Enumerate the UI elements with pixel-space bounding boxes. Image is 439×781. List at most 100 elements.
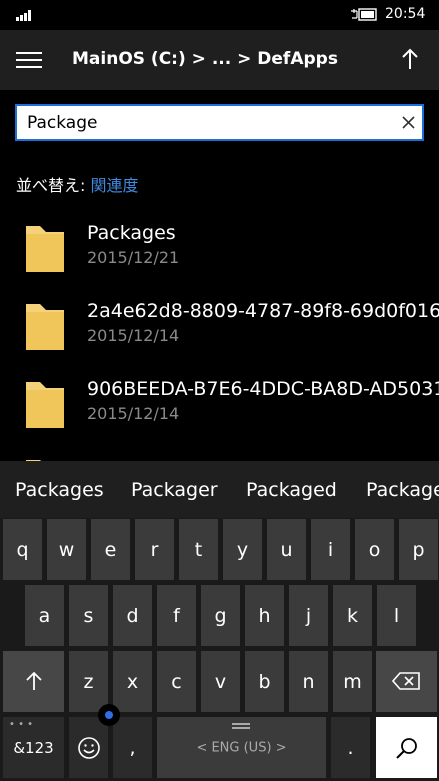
backspace-key[interactable] [376, 651, 437, 712]
key-y[interactable]: y [223, 519, 262, 580]
search-icon [396, 738, 417, 759]
search-key[interactable] [376, 717, 437, 778]
suggestion-item[interactable]: Packages [366, 479, 439, 501]
suggestion-bar: Packages Packager Packaged Packages [0, 461, 439, 518]
more-dots: • • • [9, 719, 34, 730]
sort-control[interactable]: 並べ替え: 関連度 [16, 172, 139, 196]
backspace-icon [392, 672, 420, 690]
key-label: t [194, 538, 203, 561]
key-t[interactable]: t [179, 519, 218, 580]
key-label: b [258, 670, 271, 693]
key-r[interactable]: r [135, 519, 174, 580]
key-i[interactable]: i [311, 519, 350, 580]
status-bar: 20:54 [0, 0, 439, 30]
key-label: s [83, 604, 94, 627]
key-b[interactable]: b [245, 651, 284, 712]
key-label: l [393, 604, 400, 627]
key-label: h [258, 604, 271, 627]
drag-handle [232, 723, 250, 725]
key-l[interactable]: l [377, 585, 416, 646]
sort-value[interactable]: 関連度 [91, 176, 139, 195]
emoji-icon [78, 737, 100, 759]
key-s[interactable]: s [69, 585, 108, 646]
key-label: y [236, 538, 249, 561]
suggestion-item[interactable]: Packaged [246, 479, 337, 501]
key-m[interactable]: m [333, 651, 372, 712]
key-label: j [305, 604, 312, 627]
key-k[interactable]: k [333, 585, 372, 646]
key-label: d [126, 604, 139, 627]
suggestion-item[interactable]: Packages [15, 479, 104, 501]
file-name: 2a4e62d8-8809-4787-89f8-69d0f0165 [87, 300, 439, 322]
key-n[interactable]: n [289, 651, 328, 712]
sort-label: 並べ替え: [16, 176, 86, 195]
shift-arrow-icon [26, 671, 42, 690]
file-date: 2015/12/14 [87, 404, 180, 423]
shift-key[interactable] [3, 651, 64, 712]
clear-search-icon[interactable] [401, 115, 416, 130]
key-label: w [58, 538, 75, 561]
symbols-key-label: &123 [13, 738, 54, 757]
file-date: 2015/12/14 [87, 326, 180, 345]
space-key[interactable]: < ENG (US) > [157, 717, 326, 778]
folder-icon [26, 226, 64, 272]
key-v[interactable]: v [201, 651, 240, 712]
key-w[interactable]: w [47, 519, 86, 580]
key-label: m [343, 670, 362, 693]
file-item[interactable]: 2a4e62d8-8809-4787-89f8-69d0f0165 2015/1… [0, 300, 439, 372]
file-item[interactable]: Packages 2015/12/21 [0, 222, 439, 294]
key-p[interactable]: p [399, 519, 438, 580]
hamburger-menu-icon[interactable] [16, 52, 42, 68]
key-label: r [150, 538, 159, 561]
key-d[interactable]: d [113, 585, 152, 646]
search-input[interactable] [27, 106, 387, 139]
folder-icon [26, 382, 64, 428]
key-c[interactable]: c [157, 651, 196, 712]
space-key-label: < ENG (US) > [196, 740, 287, 755]
comma-key-label: , [129, 736, 136, 759]
signal-icon [16, 8, 34, 21]
symbols-key[interactable]: • • • &123 [3, 717, 64, 778]
key-label: a [38, 604, 51, 627]
suggestion-item[interactable]: Packager [131, 479, 218, 501]
key-u[interactable]: u [267, 519, 306, 580]
up-folder-icon[interactable] [400, 48, 420, 70]
key-label: n [302, 670, 315, 693]
key-q[interactable]: q [3, 519, 42, 580]
key-h[interactable]: h [245, 585, 284, 646]
period-key-label: . [347, 736, 354, 759]
key-label: o [368, 538, 381, 561]
key-label: p [412, 538, 425, 561]
key-label: z [83, 670, 94, 693]
key-z[interactable]: z [69, 651, 108, 712]
search-box[interactable] [15, 104, 424, 141]
key-label: i [327, 538, 334, 561]
breadcrumb[interactable]: MainOS (C:) > ... > DefApps [72, 49, 338, 69]
folder-icon [26, 304, 64, 350]
drag-handle [232, 727, 250, 729]
key-label: x [126, 670, 139, 693]
file-date: 2015/12/21 [87, 248, 180, 267]
file-item[interactable]: 906BEEDA-B7E6-4DDC-BA8D-AD5031 2015/12/1… [0, 378, 439, 450]
key-o[interactable]: o [355, 519, 394, 580]
key-e[interactable]: e [91, 519, 130, 580]
period-key[interactable]: . [331, 717, 370, 778]
key-label: q [16, 538, 29, 561]
emoji-key[interactable] [69, 717, 108, 778]
key-label: v [214, 670, 227, 693]
key-g[interactable]: g [201, 585, 240, 646]
key-f[interactable]: f [157, 585, 196, 646]
key-label: k [346, 604, 358, 627]
comma-key[interactable]: , [113, 717, 152, 778]
battery-charging-icon [351, 8, 377, 21]
key-j[interactable]: j [289, 585, 328, 646]
app-header: MainOS (C:) > ... > DefApps [0, 30, 439, 90]
key-x[interactable]: x [113, 651, 152, 712]
key-label: f [173, 604, 180, 627]
key-label: e [104, 538, 117, 561]
key-label: g [214, 604, 227, 627]
file-name: Packages [87, 222, 176, 244]
cursor-control-icon[interactable] [98, 704, 120, 726]
key-label: c [171, 670, 182, 693]
key-a[interactable]: a [25, 585, 64, 646]
